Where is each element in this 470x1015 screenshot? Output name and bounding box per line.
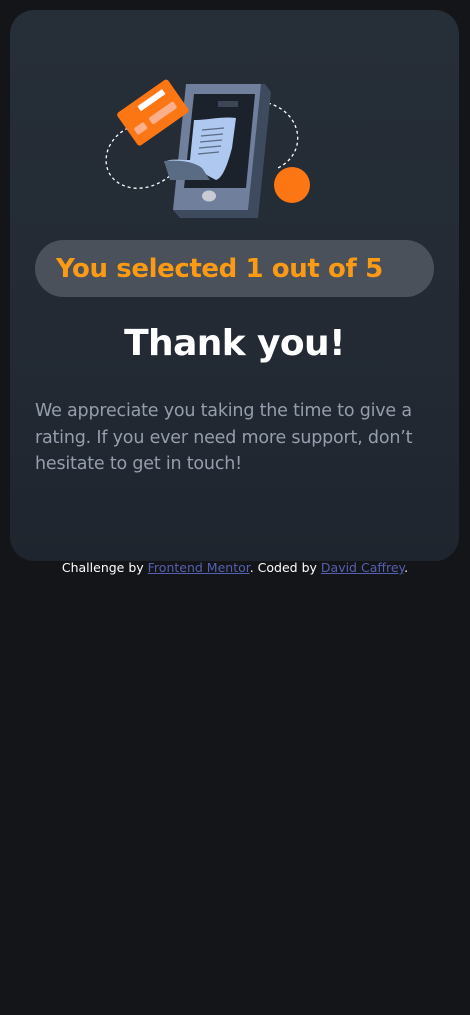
frontend-mentor-link[interactable]: Frontend Mentor <box>148 560 250 575</box>
attribution-suffix: . <box>404 560 409 575</box>
attribution: Challenge by Frontend Mentor. Coded by D… <box>0 559 470 577</box>
selected-rating-text: You selected 1 out of 5 <box>56 253 383 284</box>
page-title: Thank you! <box>124 323 345 364</box>
thank-you-message: We appreciate you taking the time to giv… <box>35 401 413 474</box>
selected-rating-badge: You selected 1 out of 5 <box>35 240 434 297</box>
attribution-prefix: Challenge by <box>61 560 148 575</box>
thank-you-card: You selected 1 out of 5 Thank you! We ap… <box>10 10 459 561</box>
author-link[interactable]: David Caffrey <box>321 560 404 575</box>
payment-phone-illustration-icon <box>105 79 310 218</box>
attribution-middle: . Coded by <box>249 560 321 575</box>
